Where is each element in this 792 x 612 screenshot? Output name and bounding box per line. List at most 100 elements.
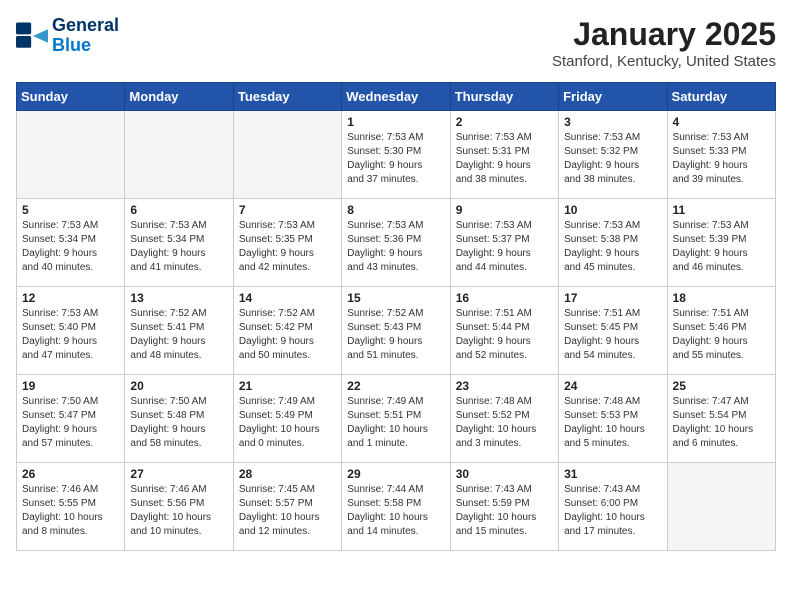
calendar-cell: 31 Sunrise: 7:43 AM Sunset: 6:00 PM Dayli… (559, 463, 667, 551)
calendar-cell: 11Sunrise: 7:53 AM Sunset: 5:39 PM Dayli… (667, 199, 775, 287)
calendar-cell: 7 Sunrise: 7:53 AM Sunset: 5:35 PM Daylig… (233, 199, 341, 287)
day-detail: Sunrise: 7:44 AM Sunset: 5:58 PM Dayligh… (347, 483, 444, 539)
day-number: 10 (564, 203, 661, 217)
calendar-cell: 12 Sunrise: 7:53 AM Sunset: 5:40 PM Dayli… (17, 287, 125, 375)
title-block: January 2025 Stanford, Kentucky, United … (552, 16, 776, 70)
week-row-2: 5 Sunrise: 7:53 AM Sunset: 5:34 PM Daylig… (17, 199, 776, 287)
page-header: General Blue January 2025 Stanford, Kent… (16, 16, 776, 70)
calendar-cell: 14 Sunrise: 7:52 AM Sunset: 5:42 PM Dayli… (233, 287, 341, 375)
day-number: 11 (673, 203, 770, 217)
day-detail: Sunrise: 7:53 AM Sunset: 5:34 PM Dayligh… (130, 219, 227, 275)
day-number: 6 (130, 203, 227, 217)
month-title: January 2025 (552, 16, 776, 53)
calendar-cell: 22 Sunrise: 7:49 AM Sunset: 5:51 PM Dayli… (342, 375, 450, 463)
day-detail: Sunrise: 7:53 AM Sunset: 5:36 PM Dayligh… (347, 219, 444, 275)
calendar-cell (125, 111, 233, 199)
calendar-cell: 8 Sunrise: 7:53 AM Sunset: 5:36 PM Daylig… (342, 199, 450, 287)
day-number: 27 (130, 467, 227, 481)
day-detail: Sunrise: 7:52 AM Sunset: 5:42 PM Dayligh… (239, 307, 336, 363)
calendar-cell (667, 463, 775, 551)
calendar-cell: 1Sunrise: 7:53 AM Sunset: 5:30 PM Daylig… (342, 111, 450, 199)
day-number: 17 (564, 291, 661, 305)
day-number: 31 (564, 467, 661, 481)
day-detail: Sunrise: 7:52 AM Sunset: 5:41 PM Dayligh… (130, 307, 227, 363)
day-detail: Sunrise: 7:51 AM Sunset: 5:44 PM Dayligh… (456, 307, 553, 363)
day-detail: Sunrise: 7:50 AM Sunset: 5:48 PM Dayligh… (130, 395, 227, 451)
day-detail: Sunrise: 7:53 AM Sunset: 5:38 PM Dayligh… (564, 219, 661, 275)
day-number: 15 (347, 291, 444, 305)
day-detail: Sunrise: 7:49 AM Sunset: 5:51 PM Dayligh… (347, 395, 444, 451)
location: Stanford, Kentucky, United States (552, 53, 776, 70)
calendar-cell (233, 111, 341, 199)
calendar-cell: 2 Sunrise: 7:53 AM Sunset: 5:31 PM Daylig… (450, 111, 558, 199)
day-detail: Sunrise: 7:53 AM Sunset: 5:30 PM Dayligh… (347, 131, 444, 187)
calendar-cell: 25 Sunrise: 7:47 AM Sunset: 5:54 PM Dayli… (667, 375, 775, 463)
day-detail: Sunrise: 7:48 AM Sunset: 5:53 PM Dayligh… (564, 395, 661, 451)
day-detail: Sunrise: 7:52 AM Sunset: 5:43 PM Dayligh… (347, 307, 444, 363)
calendar-cell: 23Sunrise: 7:48 AM Sunset: 5:52 PM Dayli… (450, 375, 558, 463)
calendar-cell: 10 Sunrise: 7:53 AM Sunset: 5:38 PM Dayli… (559, 199, 667, 287)
day-detail: Sunrise: 7:53 AM Sunset: 5:34 PM Dayligh… (22, 219, 119, 275)
day-detail: Sunrise: 7:51 AM Sunset: 5:45 PM Dayligh… (564, 307, 661, 363)
weekday-header-row: SundayMondayTuesdayWednesdayThursdayFrid… (17, 83, 776, 111)
day-detail: Sunrise: 7:51 AM Sunset: 5:46 PM Dayligh… (673, 307, 770, 363)
day-detail: Sunrise: 7:53 AM Sunset: 5:31 PM Dayligh… (456, 131, 553, 187)
day-detail: Sunrise: 7:43 AM Sunset: 5:59 PM Dayligh… (456, 483, 553, 539)
day-number: 8 (347, 203, 444, 217)
calendar-cell: 15 Sunrise: 7:52 AM Sunset: 5:43 PM Dayli… (342, 287, 450, 375)
day-number: 7 (239, 203, 336, 217)
day-detail: Sunrise: 7:46 AM Sunset: 5:55 PM Dayligh… (22, 483, 119, 539)
day-number: 22 (347, 379, 444, 393)
calendar-cell: 3 Sunrise: 7:53 AM Sunset: 5:32 PM Daylig… (559, 111, 667, 199)
day-number: 5 (22, 203, 119, 217)
week-row-5: 26Sunrise: 7:46 AM Sunset: 5:55 PM Dayli… (17, 463, 776, 551)
day-detail: Sunrise: 7:53 AM Sunset: 5:32 PM Dayligh… (564, 131, 661, 187)
calendar-cell: 29 Sunrise: 7:44 AM Sunset: 5:58 PM Dayli… (342, 463, 450, 551)
calendar-cell: 26Sunrise: 7:46 AM Sunset: 5:55 PM Dayli… (17, 463, 125, 551)
logo: General Blue (16, 16, 119, 56)
day-number: 4 (673, 115, 770, 129)
day-detail: Sunrise: 7:48 AM Sunset: 5:52 PM Dayligh… (456, 395, 553, 451)
day-number: 29 (347, 467, 444, 481)
day-number: 20 (130, 379, 227, 393)
day-number: 18 (673, 291, 770, 305)
logo-text: General Blue (52, 16, 119, 56)
day-number: 25 (673, 379, 770, 393)
calendar-cell: 4 Sunrise: 7:53 AM Sunset: 5:33 PM Daylig… (667, 111, 775, 199)
day-detail: Sunrise: 7:53 AM Sunset: 5:33 PM Dayligh… (673, 131, 770, 187)
calendar-table: SundayMondayTuesdayWednesdayThursdayFrid… (16, 82, 776, 551)
day-number: 14 (239, 291, 336, 305)
day-detail: Sunrise: 7:53 AM Sunset: 5:40 PM Dayligh… (22, 307, 119, 363)
week-row-1: 1Sunrise: 7:53 AM Sunset: 5:30 PM Daylig… (17, 111, 776, 199)
calendar-cell: 16Sunrise: 7:51 AM Sunset: 5:44 PM Dayli… (450, 287, 558, 375)
calendar-cell (17, 111, 125, 199)
weekday-header-tuesday: Tuesday (233, 83, 341, 111)
calendar-cell: 19Sunrise: 7:50 AM Sunset: 5:47 PM Dayli… (17, 375, 125, 463)
weekday-header-friday: Friday (559, 83, 667, 111)
day-number: 13 (130, 291, 227, 305)
weekday-header-monday: Monday (125, 83, 233, 111)
day-detail: Sunrise: 7:43 AM Sunset: 6:00 PM Dayligh… (564, 483, 661, 539)
day-detail: Sunrise: 7:47 AM Sunset: 5:54 PM Dayligh… (673, 395, 770, 451)
day-number: 30 (456, 467, 553, 481)
week-row-4: 19Sunrise: 7:50 AM Sunset: 5:47 PM Dayli… (17, 375, 776, 463)
day-detail: Sunrise: 7:49 AM Sunset: 5:49 PM Dayligh… (239, 395, 336, 451)
day-number: 19 (22, 379, 119, 393)
calendar-cell: 24 Sunrise: 7:48 AM Sunset: 5:53 PM Dayli… (559, 375, 667, 463)
week-row-3: 12 Sunrise: 7:53 AM Sunset: 5:40 PM Dayli… (17, 287, 776, 375)
calendar-cell: 13 Sunrise: 7:52 AM Sunset: 5:41 PM Dayli… (125, 287, 233, 375)
day-detail: Sunrise: 7:45 AM Sunset: 5:57 PM Dayligh… (239, 483, 336, 539)
calendar-cell: 21 Sunrise: 7:49 AM Sunset: 5:49 PM Dayli… (233, 375, 341, 463)
weekday-header-sunday: Sunday (17, 83, 125, 111)
calendar-cell: 6 Sunrise: 7:53 AM Sunset: 5:34 PM Daylig… (125, 199, 233, 287)
day-number: 12 (22, 291, 119, 305)
day-number: 2 (456, 115, 553, 129)
day-detail: Sunrise: 7:53 AM Sunset: 5:35 PM Dayligh… (239, 219, 336, 275)
day-number: 24 (564, 379, 661, 393)
day-number: 21 (239, 379, 336, 393)
calendar-cell: 30 Sunrise: 7:43 AM Sunset: 5:59 PM Dayli… (450, 463, 558, 551)
calendar-cell: 5 Sunrise: 7:53 AM Sunset: 5:34 PM Daylig… (17, 199, 125, 287)
day-detail: Sunrise: 7:53 AM Sunset: 5:37 PM Dayligh… (456, 219, 553, 275)
calendar-cell: 9Sunrise: 7:53 AM Sunset: 5:37 PM Daylig… (450, 199, 558, 287)
day-number: 3 (564, 115, 661, 129)
